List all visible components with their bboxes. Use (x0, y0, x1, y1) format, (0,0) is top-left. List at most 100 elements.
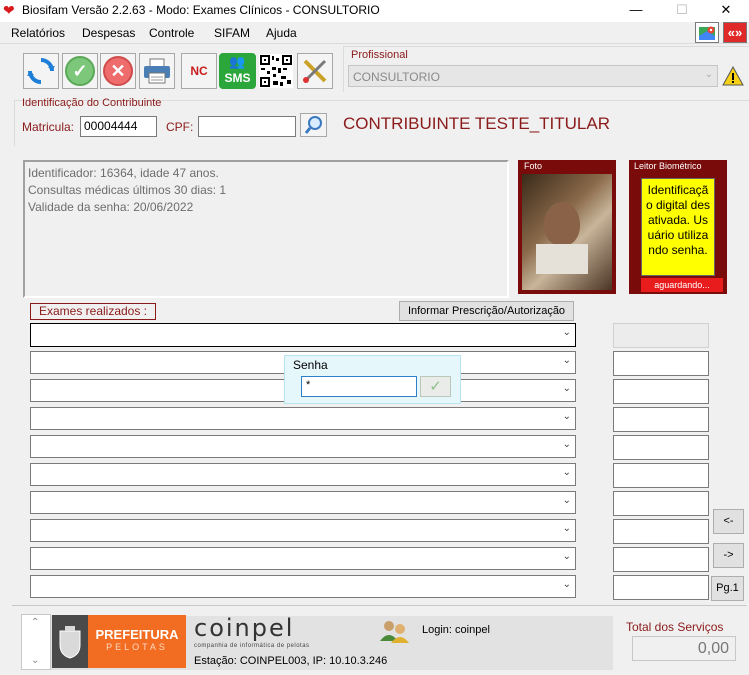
contribuinte-group-label: Identificação do Contribuinte (22, 97, 162, 109)
exit-button[interactable]: «» (723, 22, 747, 43)
valor-box-1[interactable] (613, 323, 709, 348)
menu-bar: Relatórios Despesas Controle SIFAM Ajuda… (0, 22, 749, 44)
maximize-button[interactable]: ☐ (659, 0, 705, 22)
chevron-down-icon: ⌄ (562, 551, 571, 562)
menu-separator (0, 43, 749, 44)
menu-ajuda[interactable]: Ajuda (266, 26, 297, 40)
biometrico-frame: Leitor Biométrico Identificação digital … (629, 160, 727, 294)
page-indicator[interactable]: Pg.1 (711, 576, 744, 601)
users-icon (378, 619, 412, 643)
minimize-icon: — (629, 2, 643, 17)
senha-title: Senha (293, 358, 328, 372)
heart-icon: ❤ (3, 2, 15, 18)
cancel-icon: ✕ (103, 56, 133, 86)
menu-sifam[interactable]: SIFAM (214, 26, 250, 40)
valor-box-8[interactable] (613, 519, 709, 544)
qr-code-button[interactable] (259, 54, 293, 88)
senha-field[interactable]: * (301, 376, 417, 397)
tools-button[interactable] (297, 53, 333, 89)
check-icon: ✓ (65, 56, 95, 86)
minimize-button[interactable]: — (613, 0, 659, 22)
matricula-label: Matricula: (22, 120, 75, 134)
chevron-down-icon: ⌄ (562, 327, 571, 338)
window-title: Biosifam Versão 2.2.63 - Modo: Exames Cl… (22, 3, 380, 17)
valor-box-4[interactable] (613, 407, 709, 432)
chevron-down-icon: ⌄ (562, 355, 571, 366)
nc-button[interactable]: NC (181, 53, 217, 89)
tools-icon (303, 59, 327, 83)
search-button[interactable] (300, 113, 327, 137)
prescricao-button[interactable]: Informar Prescrição/Autorização (399, 301, 574, 321)
valor-box-7[interactable] (613, 491, 709, 516)
chevron-down-icon: ⌄ (562, 439, 571, 450)
footer: ⌃ ⌄ PREFEITURA PELOTAS coinpel companhia… (12, 605, 747, 673)
chevron-down-icon: ⌄ (704, 69, 713, 80)
refresh-icon (27, 58, 55, 84)
exame-select-1[interactable]: ⌄ (30, 323, 576, 347)
print-button[interactable] (139, 53, 175, 89)
prefeitura-line1: PREFEITURA (95, 627, 179, 642)
senha-confirm-button[interactable]: ✓ (420, 376, 451, 397)
chevron-down-icon: ⌄ (562, 383, 571, 394)
contribuinte-name: CONTRIBUINTE TESTE_TITULAR (343, 114, 610, 133)
valor-box-2[interactable] (613, 351, 709, 376)
check-icon: ✓ (429, 378, 442, 395)
matricula-field[interactable]: 00004444 (80, 116, 157, 137)
people-icon: 👥 (229, 54, 246, 69)
total-value: 0,00 (632, 636, 736, 661)
confirm-button[interactable]: ✓ (62, 53, 98, 89)
valor-box-3[interactable] (613, 379, 709, 404)
valor-box-10[interactable] (613, 575, 709, 600)
next-page-button[interactable]: -> (713, 543, 744, 568)
refresh-button[interactable] (23, 53, 59, 89)
valor-box-5[interactable] (613, 435, 709, 460)
exame-select-6[interactable]: ⌄ (30, 463, 576, 486)
exames-label: Exames realizados : (30, 303, 156, 320)
map-icon (699, 26, 715, 40)
close-icon: ✕ (720, 2, 732, 17)
map-button[interactable] (695, 22, 719, 43)
cancel-button[interactable]: ✕ (100, 53, 136, 89)
senha-popup: Senha * ✓ (284, 355, 461, 404)
chevron-up-icon: ⌃ (31, 617, 40, 628)
exame-select-7[interactable]: ⌄ (30, 491, 576, 514)
exame-select-5[interactable]: ⌄ (30, 435, 576, 458)
info-consultas: Consultas médicas últimos 30 dias: 1 (28, 183, 227, 197)
profissional-value: CONSULTORIO (353, 70, 440, 84)
menu-controle[interactable]: Controle (149, 26, 194, 40)
exit-icon: «» (727, 25, 743, 40)
chevron-down-icon: ⌄ (562, 523, 571, 534)
foto-label: Foto (524, 161, 543, 171)
chevron-down-icon: ⌄ (31, 655, 40, 666)
valor-box-6[interactable] (613, 463, 709, 488)
nc-label: NC (190, 64, 208, 78)
sms-button[interactable]: 👥 SMS (219, 53, 256, 89)
prev-page-button[interactable]: <- (713, 509, 744, 534)
biometrico-status: aguardando... (641, 278, 723, 292)
biometrico-message: Identificação digital desativada. Usuári… (641, 178, 715, 276)
profissional-select[interactable]: CONSULTORIO ⌄ (348, 65, 718, 87)
exame-select-9[interactable]: ⌄ (30, 547, 576, 570)
biometrico-label: Leitor Biométrico (634, 161, 702, 171)
printer-icon (144, 58, 170, 84)
sms-label: SMS (224, 71, 251, 85)
exame-select-10[interactable]: ⌄ (30, 575, 576, 598)
exame-select-4[interactable]: ⌄ (30, 407, 576, 430)
exame-select-8[interactable]: ⌄ (30, 519, 576, 542)
prefeitura-logo: PREFEITURA PELOTAS (88, 615, 186, 668)
profissional-label: Profissional (351, 49, 408, 61)
estacao-text: Estação: COINPEL003, IP: 10.10.3.246 (194, 655, 388, 667)
face-shape (544, 202, 580, 246)
chevron-down-icon: ⌄ (562, 467, 571, 478)
cpf-field[interactable] (198, 116, 296, 137)
shirt-shape (536, 244, 588, 274)
menu-relatorios[interactable]: Relatórios (11, 26, 65, 40)
valor-box-9[interactable] (613, 547, 709, 572)
cpf-label: CPF: (166, 120, 194, 134)
chevron-down-icon: ⌄ (562, 579, 571, 590)
info-panel: Identificador: 16364, idade 47 anos. Con… (23, 160, 509, 298)
warning-icon (722, 65, 744, 87)
footer-scroller[interactable]: ⌃ ⌄ (21, 614, 51, 670)
menu-despesas[interactable]: Despesas (82, 26, 135, 40)
close-button[interactable]: ✕ (703, 0, 749, 22)
